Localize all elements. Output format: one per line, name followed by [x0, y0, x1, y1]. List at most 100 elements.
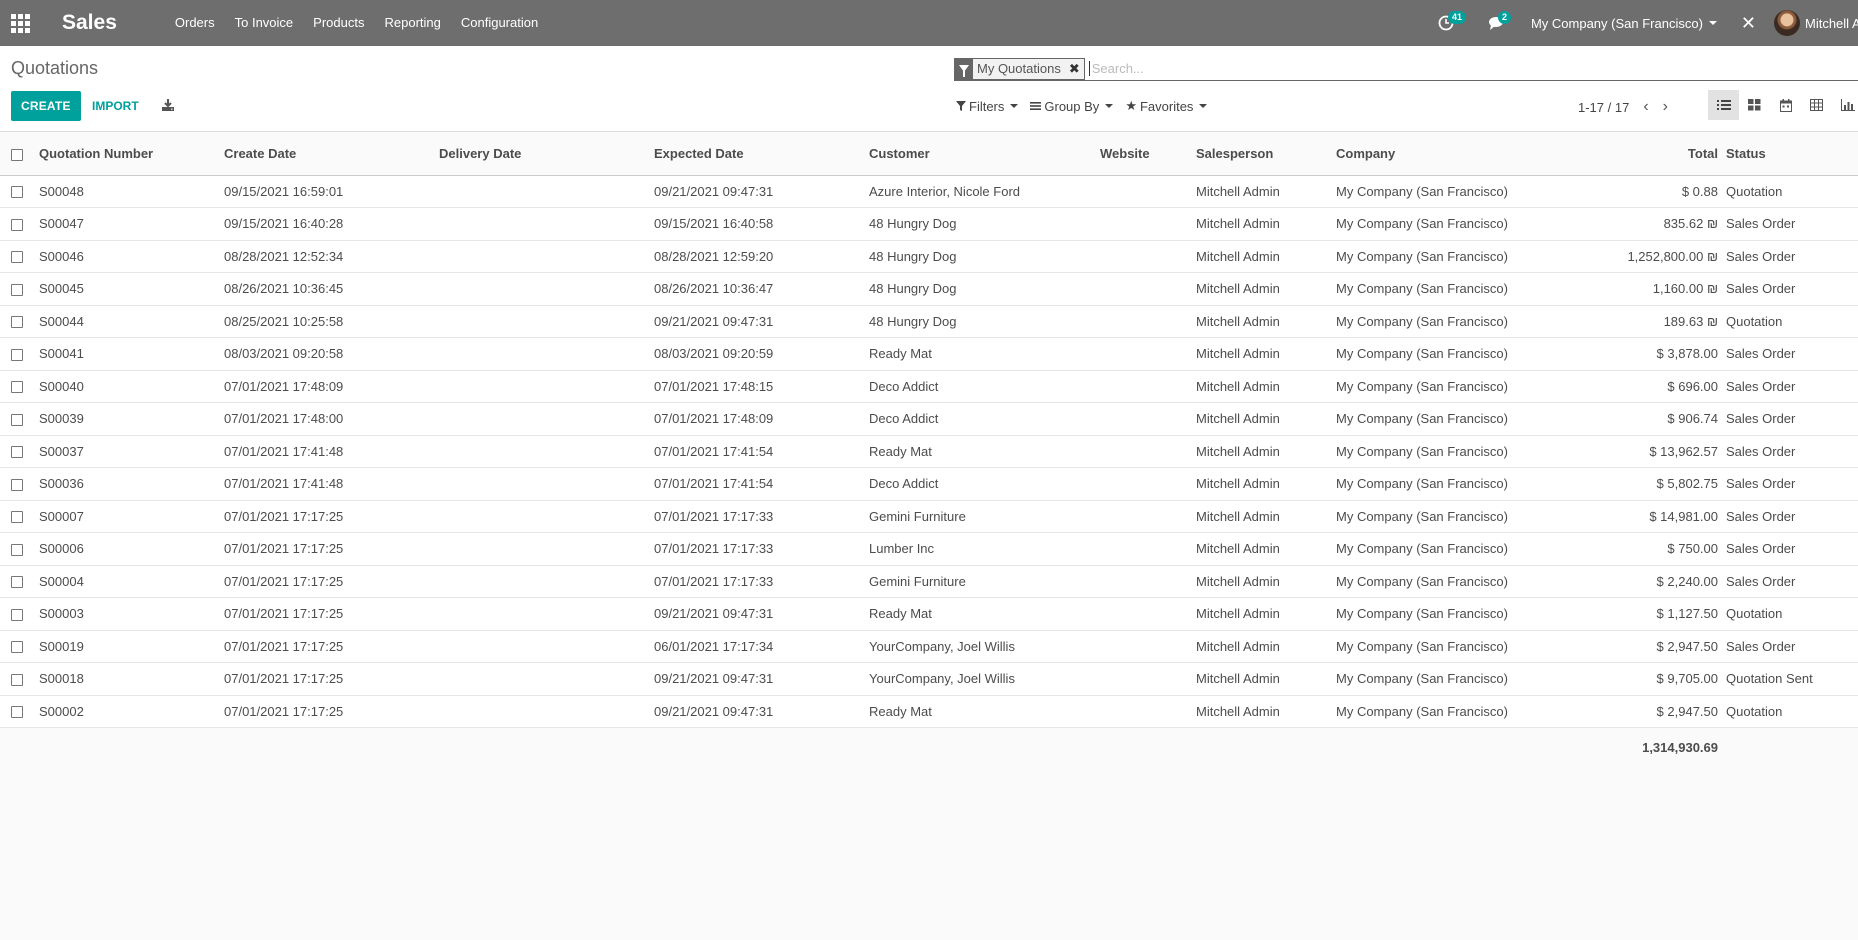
app-brand[interactable]: Sales — [62, 11, 117, 35]
table-row[interactable]: S00018 07/01/2021 17:17:25 09/21/2021 09:4… — [0, 662, 1858, 696]
table-row[interactable]: S00048 09/15/2021 16:59:01 09/21/2021 09:4… — [0, 175, 1858, 208]
list-view-button[interactable] — [1708, 90, 1739, 120]
table-row[interactable]: S00003 07/01/2021 17:17:25 09/21/2021 09:4… — [0, 597, 1858, 631]
column-header-customer[interactable]: Customer — [869, 133, 1100, 176]
table-row[interactable]: S00040 07/01/2021 17:48:09 07/01/2021 17:4… — [0, 370, 1858, 403]
table-row[interactable]: S00047 09/15/2021 16:40:28 09/15/2021 16:4… — [0, 207, 1858, 241]
pager: 1-17 / 17 ‹ › — [1578, 98, 1668, 116]
row-checkbox[interactable] — [11, 446, 23, 459]
quotation-number-cell: S00047 — [39, 207, 224, 241]
select-all-checkbox[interactable] — [11, 148, 23, 161]
table-row[interactable]: S00046 08/28/2021 12:52:34 08/28/2021 12:5… — [0, 240, 1858, 273]
total-cell: $ 2,947.50 — [1621, 695, 1726, 728]
status-cell: Quotation — [1726, 305, 1858, 338]
row-checkbox[interactable] — [11, 218, 23, 231]
table-row[interactable]: S00041 08/03/2021 09:20:58 08/03/2021 09:2… — [0, 337, 1858, 371]
column-header-expected-date[interactable]: Expected Date — [654, 133, 869, 176]
graph-view-button[interactable] — [1832, 90, 1858, 120]
create-date-cell: 07/01/2021 17:17:25 — [224, 662, 439, 696]
caret-down-icon — [1105, 104, 1114, 108]
company-cell: My Company (San Francisco) — [1336, 370, 1621, 403]
debug-tools-button[interactable]: ✕ — [1731, 13, 1766, 34]
search-input[interactable] — [1088, 61, 1589, 76]
menu-item-reporting[interactable]: Reporting — [374, 0, 450, 46]
kanban-view-button[interactable] — [1739, 90, 1770, 120]
activity-button[interactable]: 41 — [1426, 0, 1466, 46]
quotation-number-cell: S00006 — [39, 532, 224, 566]
row-checkbox[interactable] — [11, 608, 23, 621]
total-cell: $ 2,240.00 — [1621, 565, 1726, 598]
import-button[interactable]: IMPORT — [84, 91, 147, 121]
salesperson-cell: Mitchell Admin — [1196, 565, 1336, 598]
website-cell — [1100, 435, 1196, 468]
row-checkbox[interactable] — [11, 576, 23, 589]
column-header-salesperson[interactable]: Salesperson — [1196, 133, 1336, 176]
row-checkbox[interactable] — [11, 381, 23, 394]
delivery-date-cell — [439, 240, 654, 273]
row-checkbox[interactable] — [11, 413, 23, 426]
column-header-website[interactable]: Website — [1100, 133, 1196, 176]
row-checkbox[interactable] — [11, 283, 23, 296]
calendar-view-button[interactable] — [1770, 90, 1801, 120]
expected-date-cell: 06/01/2021 17:17:34 — [654, 630, 869, 663]
chevron-left-icon[interactable]: ‹ — [1643, 98, 1648, 116]
apps-menu-button[interactable] — [0, 0, 40, 46]
delivery-date-cell — [439, 467, 654, 501]
user-menu[interactable]: Mitchell Admin — [1766, 10, 1858, 36]
menu-item-configuration[interactable]: Configuration — [451, 0, 548, 46]
table-row[interactable]: S00039 07/01/2021 17:48:00 07/01/2021 17:4… — [0, 402, 1858, 436]
row-checkbox[interactable] — [11, 186, 23, 199]
table-row[interactable]: S00004 07/01/2021 17:17:25 07/01/2021 17:1… — [0, 565, 1858, 598]
total-cell: $ 906.74 — [1621, 402, 1726, 436]
create-date-cell: 08/25/2021 10:25:58 — [224, 305, 439, 338]
expected-date-cell: 07/01/2021 17:17:33 — [654, 500, 869, 533]
column-header-company[interactable]: Company — [1336, 133, 1621, 176]
pager-value[interactable]: 1-17 / 17 — [1578, 100, 1629, 115]
filters-dropdown[interactable]: Filters — [956, 98, 1019, 114]
row-checkbox[interactable] — [11, 316, 23, 329]
chevron-right-icon[interactable]: › — [1663, 98, 1668, 116]
expected-date-cell: 08/28/2021 12:59:20 — [654, 240, 869, 273]
create-button[interactable]: CREATE — [11, 91, 81, 121]
table-row[interactable]: S00044 08/25/2021 10:25:58 09/21/2021 09:4… — [0, 305, 1858, 338]
remove-facet-icon[interactable]: ✖ — [1065, 59, 1084, 79]
table-row[interactable]: S00007 07/01/2021 17:17:25 07/01/2021 17:1… — [0, 500, 1858, 533]
table-row[interactable]: S00006 07/01/2021 17:17:25 07/01/2021 17:1… — [0, 532, 1858, 566]
table-row[interactable]: S00037 07/01/2021 17:41:48 07/01/2021 17:4… — [0, 435, 1858, 468]
table-row[interactable]: S00019 07/01/2021 17:17:25 06/01/2021 17:1… — [0, 630, 1858, 663]
company-cell: My Company (San Francisco) — [1336, 467, 1621, 501]
menu-item-products[interactable]: Products — [303, 0, 374, 46]
column-header-status[interactable]: Status — [1726, 133, 1858, 176]
company-cell: My Company (San Francisco) — [1336, 435, 1621, 468]
customer-cell: 48 Hungry Dog — [869, 207, 1100, 241]
table-row[interactable]: S00036 07/01/2021 17:41:48 07/01/2021 17:4… — [0, 467, 1858, 501]
table-row[interactable]: S00002 07/01/2021 17:17:25 09/21/2021 09:4… — [0, 695, 1858, 728]
delivery-date-cell — [439, 532, 654, 566]
row-checkbox[interactable] — [11, 478, 23, 491]
row-checkbox[interactable] — [11, 543, 23, 556]
company-switcher[interactable]: My Company (San Francisco) — [1523, 16, 1731, 31]
row-select-cell — [0, 467, 39, 501]
row-checkbox[interactable] — [11, 641, 23, 654]
row-checkbox[interactable] — [11, 706, 23, 719]
favorites-dropdown[interactable]: ★ Favorites — [1125, 98, 1208, 114]
menu-item-orders[interactable]: Orders — [165, 0, 225, 46]
pivot-view-button[interactable] — [1801, 90, 1832, 120]
row-checkbox[interactable] — [11, 673, 23, 686]
column-header-total[interactable]: Total — [1621, 133, 1726, 176]
table-row[interactable]: S00045 08/26/2021 10:36:45 08/26/2021 10:3… — [0, 272, 1858, 306]
column-header-quotation-number[interactable]: Quotation Number — [39, 133, 224, 176]
status-cell: Sales Order — [1726, 337, 1858, 371]
row-checkbox[interactable] — [11, 251, 23, 264]
menu-item-to-invoice[interactable]: To Invoice — [225, 0, 304, 46]
row-checkbox[interactable] — [11, 348, 23, 361]
row-checkbox[interactable] — [11, 511, 23, 524]
messages-button[interactable]: 2 — [1476, 0, 1517, 46]
create-date-cell: 07/01/2021 17:17:25 — [224, 630, 439, 663]
column-header-delivery-date[interactable]: Delivery Date — [439, 133, 654, 176]
column-header-create-date[interactable]: Create Date — [224, 133, 439, 176]
main-menu: Orders To Invoice Products Reporting Con… — [165, 0, 548, 46]
status-cell: Sales Order — [1726, 402, 1858, 436]
groupby-dropdown[interactable]: Group By — [1030, 98, 1114, 114]
download-icon[interactable] — [160, 97, 176, 113]
